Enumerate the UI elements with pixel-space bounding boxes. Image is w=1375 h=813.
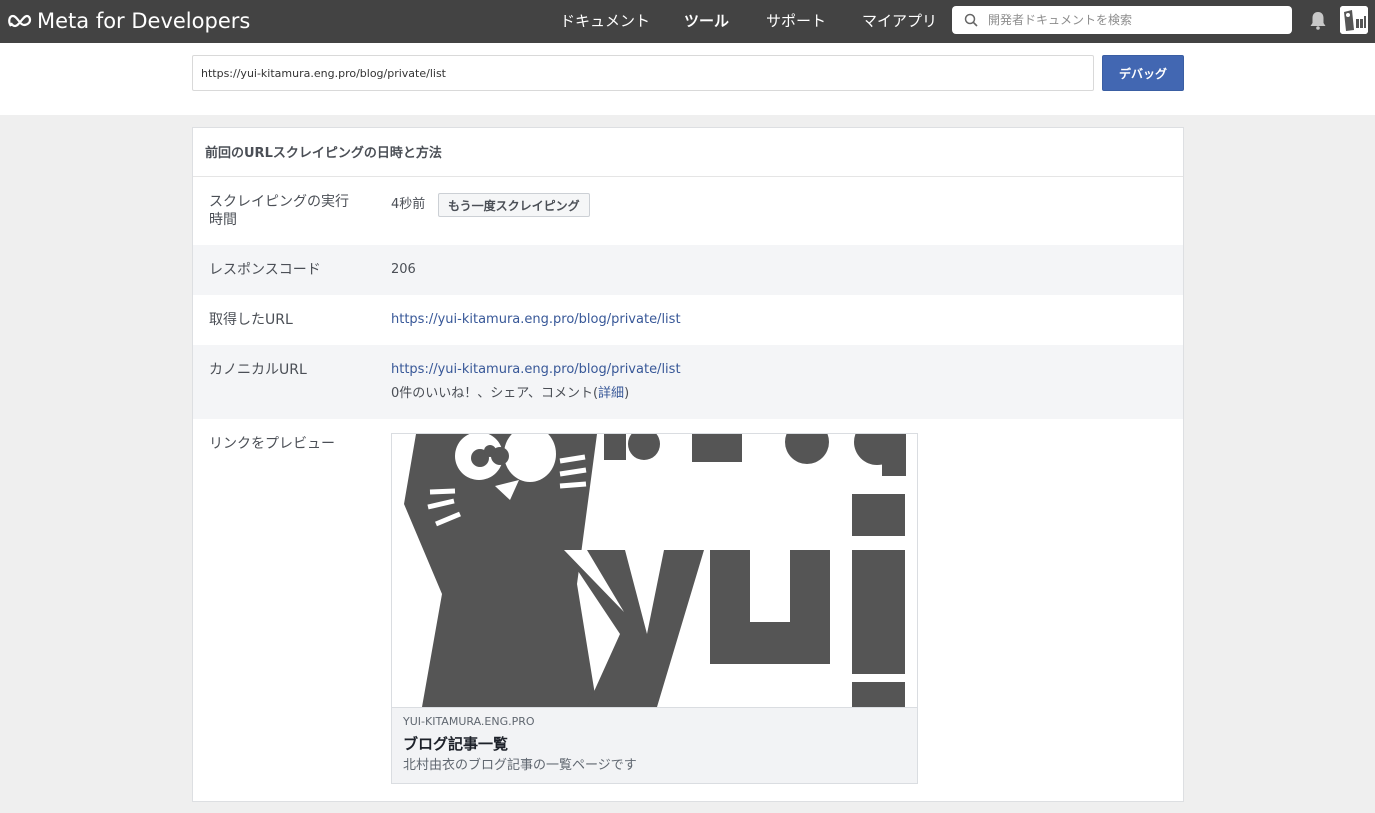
fetched-url-label: 取得したURL — [209, 312, 293, 328]
engagement-suffix: ) — [624, 386, 630, 401]
card-title: 前回のURLスクレイピングの日時と方法 — [193, 128, 1183, 177]
canonical-url-label: カノニカルURL — [209, 362, 307, 378]
preview-domain: YUI-KITAMURA.ENG.PRO — [403, 715, 535, 728]
details-link[interactable]: 詳細 — [598, 386, 624, 401]
search-icon — [964, 13, 978, 27]
row-response-code: レスポンスコード 206 — [193, 245, 1183, 295]
meta-infinity-icon — [8, 14, 32, 28]
url-input-bar: デバッグ — [0, 43, 1375, 115]
response-code-label: レスポンスコード — [209, 262, 321, 278]
row-fetched-url: 取得したURL https://yui-kitamura.eng.pro/blo… — [193, 295, 1183, 345]
nav-support[interactable]: サポート — [766, 11, 826, 31]
link-preview-card[interactable]: YUI-KITAMURA.ENG.PRO ブログ記事一覧 北村由衣のブログ記事の… — [391, 433, 918, 784]
nav-tools[interactable]: ツール — [684, 11, 729, 31]
nav-my-apps[interactable]: マイアプリ — [862, 11, 937, 31]
brand-name: Meta for Developers — [37, 9, 251, 33]
search-box[interactable] — [952, 6, 1292, 34]
row-canonical-url: カノニカルURL https://yui-kitamura.eng.pro/bl… — [193, 345, 1183, 419]
blog-yui-logo-image — [392, 434, 917, 707]
fetched-url-link[interactable]: https://yui-kitamura.eng.pro/blog/privat… — [391, 311, 681, 329]
avatar[interactable] — [1340, 6, 1368, 34]
scrape-time-label-line2: 時間 — [209, 212, 237, 228]
rescrape-button[interactable]: もう一度スクレイピング — [438, 193, 590, 217]
engagement-prefix: 0件のいいね！、シェア、コメント( — [391, 386, 599, 401]
scrape-time-value: 4秒前 — [391, 197, 426, 212]
notification-bell-icon[interactable] — [1309, 11, 1327, 30]
preview-image — [392, 434, 917, 707]
nav-docs[interactable]: ドキュメント — [560, 11, 650, 31]
response-code-value: 206 — [391, 262, 416, 277]
debug-button[interactable]: デバッグ — [1102, 55, 1184, 91]
preview-title: ブログ記事一覧 — [403, 735, 509, 753]
scrape-time-label-line1: スクレイピングの実行 — [209, 194, 349, 210]
top-nav-bar: Meta for Developers ドキュメント ツール サポート マイアプ… — [0, 0, 1375, 43]
search-input[interactable] — [988, 13, 1278, 27]
engagement-text: 0件のいいね！、シェア、コメント(詳細) — [391, 385, 629, 403]
avatar-image — [1340, 6, 1368, 34]
scrape-time-label: スクレイピングの実行 時間 — [209, 193, 349, 229]
meta-logo[interactable]: Meta for Developers — [8, 9, 250, 33]
preview-description: 北村由衣のブログ記事の一覧ページです — [403, 758, 637, 773]
scrape-info-card: 前回のURLスクレイピングの日時と方法 スクレイピングの実行 時間 4秒前 もう… — [192, 127, 1184, 802]
canonical-url-link[interactable]: https://yui-kitamura.eng.pro/blog/privat… — [391, 361, 681, 379]
link-preview-label: リンクをプレビュー — [209, 436, 335, 452]
preview-meta: YUI-KITAMURA.ENG.PRO ブログ記事一覧 北村由衣のブログ記事の… — [392, 707, 917, 783]
row-scrape-time: スクレイピングの実行 時間 4秒前 もう一度スクレイピング — [193, 177, 1183, 245]
url-input[interactable] — [192, 55, 1094, 91]
